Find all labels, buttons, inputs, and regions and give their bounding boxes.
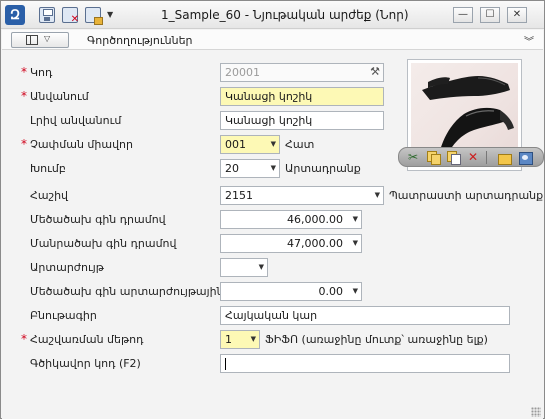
save-close-icon[interactable]: [62, 7, 79, 25]
name-field[interactable]: Կանացի կոշիկ: [220, 87, 384, 106]
group-label: Խումբ: [30, 162, 66, 175]
description-label: Բնութագիր: [30, 309, 97, 322]
description-row: Բնութագիր Հայկական կար: [2, 306, 510, 326]
unit-label: Չափման միավոր: [30, 138, 133, 151]
code-label: Կոդ: [30, 66, 53, 79]
retail-price-field[interactable]: 47,000.00 ▼: [220, 234, 362, 253]
panel-icon: [26, 35, 38, 45]
dropdown-arrow-icon[interactable]: ▼: [251, 335, 256, 343]
dropdown-arrow-icon[interactable]: ▼: [353, 239, 358, 247]
required-marker: *: [21, 332, 27, 346]
barcode-label: Գծիկավոր կոդ (F2): [30, 357, 141, 370]
group-row: Խումբ 20 ▼ Արտադրանք: [2, 159, 402, 179]
resize-grip[interactable]: [531, 407, 541, 417]
dropdown-arrow-icon[interactable]: ▼: [353, 215, 358, 223]
code-value: 20001: [225, 66, 260, 79]
retail-price-label: Մանրածախ գին դրամով: [30, 237, 177, 250]
retail-price-row: Մանրածախ գին դրամով 47,000.00 ▼: [2, 234, 402, 254]
dropdown-arrow-icon[interactable]: ▼: [271, 140, 276, 148]
dropdown-arrow-icon[interactable]: ▼: [353, 287, 358, 295]
full-name-row: Լրիվ անվանում Կանացի կոշիկ: [2, 111, 402, 131]
close-button[interactable]: ✕: [507, 7, 527, 23]
account-row: Հաշիվ 2151 ▼ Պատրաստի արտադրանք: [2, 186, 543, 206]
unit-description: Հատ: [285, 138, 315, 151]
dropdown-arrow-icon[interactable]: ▼: [271, 164, 276, 172]
dropdown-arrow-icon[interactable]: ▼: [259, 263, 264, 271]
actions-bar: ▽ Գործողություններ ︾: [2, 30, 543, 50]
wholesale-price-value: 46,000.00: [287, 213, 343, 226]
wholesale-fx-field[interactable]: 0.00 ▼: [220, 282, 362, 301]
wholesale-price-row: Մեծածախ գին դրամով 46,000.00 ▼: [2, 210, 402, 230]
wholesale-fx-row: Մեծածախ գին արտարժույթային 0.00 ▼: [2, 282, 402, 302]
barcode-row: Գծիկավոր կոդ (F2): [2, 354, 510, 374]
wholesale-price-field[interactable]: 46,000.00 ▼: [220, 210, 362, 229]
cut-icon[interactable]: ✂: [406, 150, 420, 164]
text-cursor: [225, 358, 226, 370]
chevron-down-icon: ▽: [44, 34, 51, 43]
paste-icon[interactable]: [446, 150, 461, 165]
unit-select[interactable]: 001 ▼: [220, 135, 280, 154]
currency-select[interactable]: ▼: [220, 258, 268, 277]
account-select[interactable]: 2151 ▼: [220, 186, 384, 205]
minimize-button[interactable]: —: [453, 7, 473, 23]
copy-icon[interactable]: [426, 150, 441, 165]
name-label: Անվանում: [30, 90, 89, 103]
currency-row: Արտարժույթ ▼: [2, 258, 402, 278]
required-marker: *: [21, 137, 27, 151]
wholesale-price-label: Մեծածախ գին դրամով: [30, 213, 166, 226]
save-open-icon[interactable]: [85, 7, 103, 25]
description-field[interactable]: Հայկական կար: [220, 306, 510, 325]
barcode-field[interactable]: [220, 354, 510, 373]
group-select[interactable]: 20 ▼: [220, 159, 280, 178]
image-toolbar: ✂ ✕: [398, 147, 544, 167]
required-marker: *: [21, 89, 27, 103]
full-name-field[interactable]: Կանացի կոշիկ: [220, 111, 384, 130]
maximize-button[interactable]: ☐: [480, 7, 500, 23]
camera-icon[interactable]: [518, 150, 533, 165]
window-title: 1_Sample_60 - Նյութական արժեք (Նոր): [161, 8, 409, 22]
title-bar: Զ ▼ 1_Sample_60 - Նյութական արժեք (Նոր) …: [1, 1, 544, 29]
toolbar-separator: [486, 151, 487, 164]
accounting-method-label: Հաշվառման մեթոդ: [30, 333, 144, 346]
magic-wand-icon[interactable]: ⚒: [370, 65, 380, 78]
actions-menu[interactable]: Գործողություններ: [87, 34, 193, 47]
form-area: * Կոդ 20001 ⚒ * Անվանում Կանացի կոշիկ Լր…: [2, 51, 544, 419]
accounting-method-row: * Հաշվառման մեթոդ 1 ▼ ՖԻՖՈ (առաջինը մուտ…: [2, 330, 488, 350]
toolbar-more-icon[interactable]: ▼: [107, 10, 113, 19]
full-name-label: Լրիվ անվանում: [30, 114, 122, 127]
account-value: 2151: [225, 189, 253, 202]
editor-window: Զ ▼ 1_Sample_60 - Նյութական արժեք (Նոր) …: [0, 0, 545, 419]
delete-icon[interactable]: ✕: [466, 150, 480, 164]
wholesale-fx-value: 0.00: [318, 285, 344, 298]
accounting-method-value: 1: [225, 333, 232, 346]
unit-value: 001: [225, 138, 246, 151]
retail-price-value: 47,000.00: [287, 237, 343, 250]
name-row: * Անվանում Կանացի կոշիկ: [2, 87, 402, 107]
required-marker: *: [21, 65, 27, 79]
code-row: * Կոդ 20001 ⚒: [2, 63, 402, 83]
collapse-icon[interactable]: ︾: [524, 33, 534, 48]
currency-label: Արտարժույթ: [30, 261, 104, 274]
account-description: Պատրաստի արտադրանք: [389, 189, 544, 202]
unit-row: * Չափման միավոր 001 ▼ Հատ: [2, 135, 402, 155]
group-value: 20: [225, 162, 239, 175]
account-label: Հաշիվ: [30, 189, 69, 202]
wholesale-fx-label: Մեծածախ գին արտարժույթային: [30, 285, 224, 298]
panel-toggle-button[interactable]: ▽: [11, 32, 69, 48]
code-field[interactable]: 20001 ⚒: [220, 63, 384, 82]
app-logo-icon[interactable]: Զ: [5, 5, 25, 25]
group-description: Արտադրանք: [285, 162, 361, 175]
accounting-method-description: ՖԻՖՈ (առաջինը մուտք՝ առաջինը ելք): [265, 333, 488, 346]
dropdown-arrow-icon[interactable]: ▼: [375, 191, 380, 199]
open-folder-icon[interactable]: [497, 150, 512, 165]
save-icon[interactable]: [39, 7, 55, 23]
accounting-method-select[interactable]: 1 ▼: [220, 330, 260, 349]
